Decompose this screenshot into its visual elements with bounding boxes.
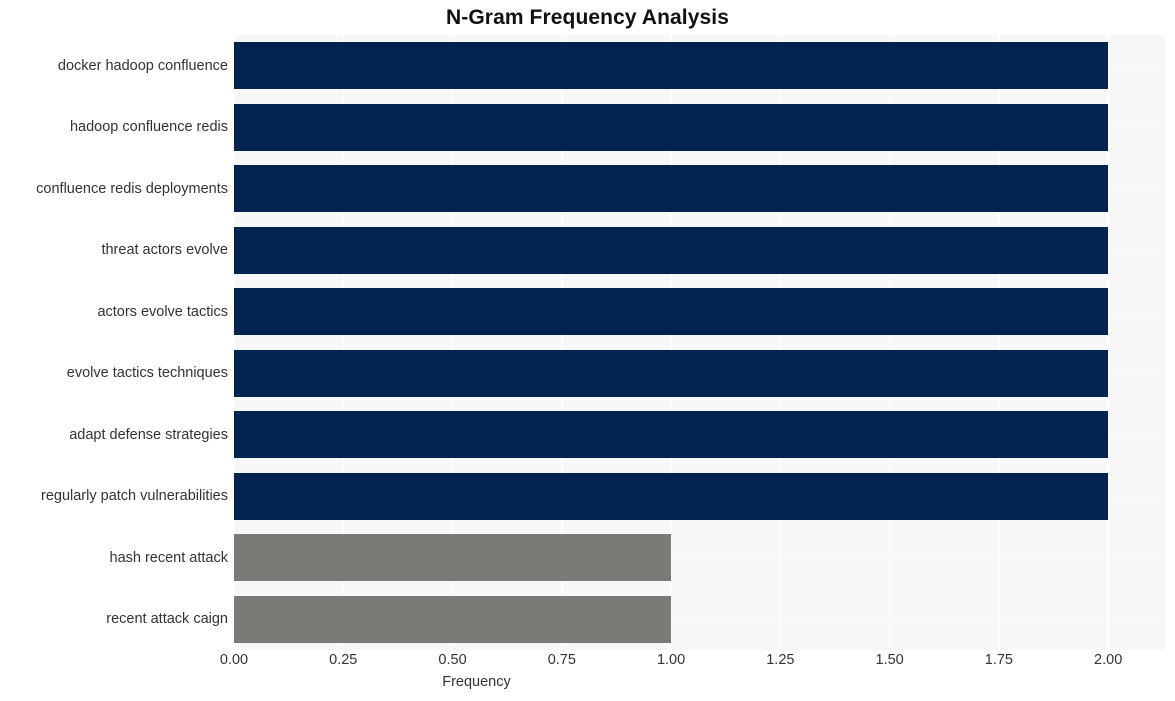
x-axis-tick-label: 1.00 [656,652,686,668]
y-axis-tick-label: actors evolve tactics [97,304,228,320]
plot-area [234,35,1165,650]
chart-title: N-Gram Frequency Analysis [446,6,729,29]
bar [234,42,1108,89]
x-axis-tick-label: 0.25 [329,652,358,668]
y-axis-tick-label: recent attack caign [106,611,228,627]
y-axis-tick-label: docker hadoop confluence [57,58,228,74]
bar [234,165,1108,212]
bar [234,596,671,643]
x-axis-tick-label: 1.50 [875,652,904,668]
x-axis-tick-label: 0.50 [438,652,467,668]
x-axis-tick-label: 1.75 [984,652,1014,668]
x-axis-tick-label: 0.75 [547,652,576,668]
x-axis-tick-labels: 0.00 0.25 0.50 0.75 1.00 1.25 1.50 1.75 2.00 [220,652,1165,674]
y-axis-tick-label: confluence redis deployments [36,181,228,197]
bar [234,288,1108,335]
y-axis-tick-label: regularly patch vulnerabilities [41,488,228,504]
x-axis-title-text: Frequency [442,674,511,690]
bar [234,411,1108,458]
bar [234,350,1108,397]
y-axis-labels: docker hadoop confluence hadoop confluenc… [0,35,234,650]
y-axis-tick-label: hadoop confluence redis [69,119,228,135]
bar [234,227,1108,274]
bar [234,104,1108,151]
y-axis-tick-label: hash recent attack [109,550,229,566]
bar [234,473,1108,520]
x-axis-title: Frequency [234,674,1165,690]
x-axis-tick-label: 2.00 [1094,652,1123,668]
x-axis-tick-label: 1.25 [766,652,795,668]
y-axis-tick-label: evolve tactics techniques [66,365,228,381]
y-axis-tick-label: adapt defense strategies [69,427,228,443]
x-axis-tick-label: 0.00 [219,652,249,668]
bar [234,534,671,581]
chart-figure: N-Gram Frequency Analysis docker hadoop … [0,0,1175,701]
y-axis-tick-label: threat actors evolve [101,242,228,258]
